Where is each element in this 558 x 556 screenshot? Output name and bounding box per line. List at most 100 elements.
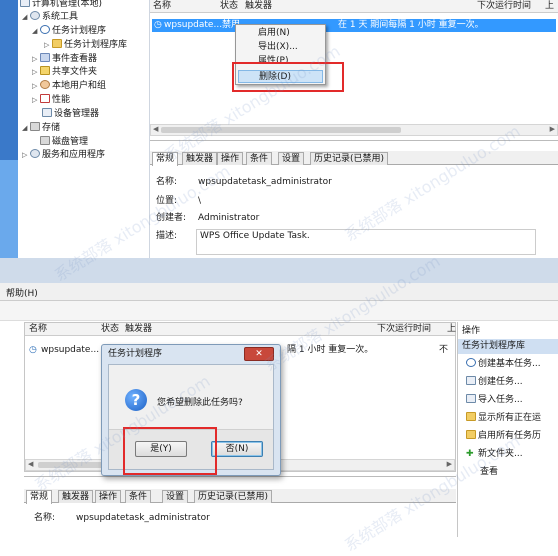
action-import-task[interactable]: 导入任务...	[466, 393, 523, 407]
column-status[interactable]: 状态	[101, 324, 119, 335]
column-status[interactable]: 状态	[220, 1, 238, 12]
window-titlebar	[0, 258, 558, 283]
dialog-title: 任务计划程序	[108, 349, 163, 359]
action-new-folder[interactable]: ✚ 新文件夹...	[466, 447, 523, 461]
task-details-2: 常规 触发器 操作 条件 设置 历史记录(已禁用) 名称: wpsupdatet…	[24, 476, 456, 537]
tab-general[interactable]: 常规	[152, 152, 179, 166]
description-box[interactable]: WPS Office Update Task.	[196, 229, 536, 255]
collapse-arrow-icon: ▷	[32, 68, 38, 76]
menu-item-export[interactable]: 导出(X)...	[258, 41, 298, 54]
collapse-arrow-icon: ▷	[22, 151, 28, 159]
create-task-icon	[466, 376, 476, 385]
tab-conditions[interactable]: 条件	[246, 152, 273, 165]
column-trigger[interactable]: 触发器	[125, 324, 152, 335]
action-create-basic-task[interactable]: 创建基本任务...	[466, 357, 541, 371]
scroll-right-icon: ▶	[549, 125, 555, 133]
users-icon	[40, 80, 50, 89]
tree-item-task-library[interactable]: ▷ 任务计划程序库	[44, 39, 127, 51]
clock-icon	[40, 25, 50, 34]
tab-actions[interactable]: 操作	[217, 152, 244, 165]
scroll-thumb[interactable]	[161, 127, 401, 133]
tab-history[interactable]: 历史记录(已禁用)	[194, 490, 273, 503]
actions-title: 操作	[462, 326, 481, 336]
task-list: 名称 状态 触发器 下次运行时间 上 ◷ wpsupdate... 禁用 在 1…	[150, 0, 558, 136]
no-button[interactable]: 否(N)	[211, 441, 263, 457]
dialog-message: 您希望删除此任务吗?	[157, 398, 243, 408]
import-icon	[466, 394, 476, 403]
table-row[interactable]: ◷ wpsupdate... 禁用 在 1 天 期间每隔 1 小时 重复一次。	[152, 19, 556, 32]
running-tasks-icon	[466, 412, 476, 421]
services-icon	[30, 149, 40, 158]
toolbar	[0, 301, 558, 321]
column-trigger[interactable]: 触发器	[245, 1, 272, 12]
tree-item-system-tools[interactable]: ◢ 系统工具	[22, 11, 78, 23]
tree-item-performance[interactable]: ▷ 性能	[32, 94, 70, 106]
performance-icon	[40, 94, 50, 103]
details-tabs: 常规 触发器 操作 条件 设置 历史记录(已禁用)	[150, 151, 558, 166]
tab-triggers[interactable]: 触发器	[182, 152, 218, 165]
action-enable-history[interactable]: 启用所有任务历	[466, 429, 541, 443]
folder-icon	[52, 39, 62, 48]
tree-item-local-users[interactable]: ▷ 本地用户和组	[32, 80, 106, 92]
tab-conditions[interactable]: 条件	[125, 490, 152, 503]
column-next-run[interactable]: 下次运行时间	[477, 1, 531, 12]
author-label: 创建者:	[156, 213, 187, 223]
menu-bar: 帮助(H)	[0, 283, 558, 301]
tree-item-storage[interactable]: ◢ 存储	[22, 122, 60, 134]
actions-pane: 操作 任务计划程序库 创建基本任务... 创建任务... 导入任务... 显示所…	[457, 322, 558, 537]
tree-item-device-manager[interactable]: 设备管理器	[42, 108, 99, 120]
navigation-tree: 计算机管理(本地) ◢ 系统工具 ◢ 任务计划程序 ▷ 任务计划程序库 ▷ 事件查看器 …	[18, 0, 150, 258]
action-show-running[interactable]: 显示所有正在运	[466, 411, 541, 425]
column-name[interactable]: 名称	[153, 1, 171, 12]
action-create-task[interactable]: 创建任务...	[466, 375, 523, 389]
question-icon: ?	[125, 389, 147, 411]
desktop-edge-light	[0, 160, 18, 258]
horizontal-scrollbar[interactable]: ◀ ▶	[150, 124, 558, 136]
tab-triggers[interactable]: 触发器	[58, 490, 94, 503]
details-tabs-2: 常规 触发器 操作 条件 设置 历史记录(已禁用)	[24, 489, 456, 504]
history-icon	[466, 430, 476, 439]
tree-item-event-viewer[interactable]: ▷ 事件查看器	[32, 53, 97, 65]
column-last-run[interactable]: 上	[447, 324, 456, 335]
tab-actions[interactable]: 操作	[95, 490, 122, 503]
name-label: 名称:	[156, 177, 178, 187]
task-details: 常规 触发器 操作 条件 设置 历史记录(已禁用) 名称: wpsupdatet…	[150, 140, 558, 258]
expand-arrow-icon: ◢	[22, 13, 28, 21]
tab-settings[interactable]: 设置	[162, 490, 189, 503]
description-value: WPS Office Update Task.	[200, 231, 310, 241]
tab-history[interactable]: 历史记录(已禁用)	[310, 152, 389, 165]
actions-section-header[interactable]: 任务计划程序库	[458, 339, 558, 354]
action-view[interactable]: 查看	[480, 465, 498, 479]
author-value: Administrator	[198, 213, 260, 223]
name-label: 名称:	[34, 513, 56, 523]
tree-item-disk-management[interactable]: 磁盘管理	[40, 136, 88, 148]
column-next-run[interactable]: 下次运行时间	[377, 324, 431, 335]
top-window: 计算机管理(本地) ◢ 系统工具 ◢ 任务计划程序 ▷ 任务计划程序库 ▷ 事件查看器 …	[0, 0, 558, 258]
description-label: 描述:	[156, 231, 178, 241]
tab-general[interactable]: 常规	[26, 490, 53, 504]
tools-icon	[30, 11, 40, 20]
expand-arrow-icon: ◢	[22, 124, 28, 132]
collapse-arrow-icon: ▷	[32, 55, 38, 63]
tab-settings[interactable]: 设置	[278, 152, 305, 165]
tree-item-task-scheduler[interactable]: ◢ 任务计划程序	[32, 25, 106, 37]
highlight-box-yes	[123, 427, 217, 475]
menu-item-enable[interactable]: 启用(N)	[258, 27, 290, 40]
storage-icon	[30, 122, 40, 131]
device-manager-icon	[42, 108, 52, 117]
tree-item-services[interactable]: ▷ 服务和应用程序	[22, 149, 105, 161]
tree-item-shared-folders[interactable]: ▷ 共享文件夹	[32, 66, 97, 78]
task-clock-icon: ◷	[154, 20, 162, 30]
disk-icon	[40, 136, 50, 145]
shared-folder-icon	[40, 66, 50, 75]
tree-root[interactable]: 计算机管理(本地)	[20, 0, 102, 10]
name-value: wpsupdatetask_administrator	[198, 177, 332, 187]
collapse-arrow-icon: ▷	[32, 96, 38, 104]
dialog-close-button[interactable]: ✕	[244, 347, 274, 361]
collapse-arrow-icon: ▷	[44, 41, 50, 49]
column-last-run[interactable]: 上	[545, 1, 554, 12]
task-clock-icon: ◷	[29, 345, 37, 355]
create-basic-task-icon	[466, 358, 476, 367]
column-name[interactable]: 名称	[29, 324, 47, 335]
menu-help[interactable]: 帮助(H)	[6, 286, 38, 299]
